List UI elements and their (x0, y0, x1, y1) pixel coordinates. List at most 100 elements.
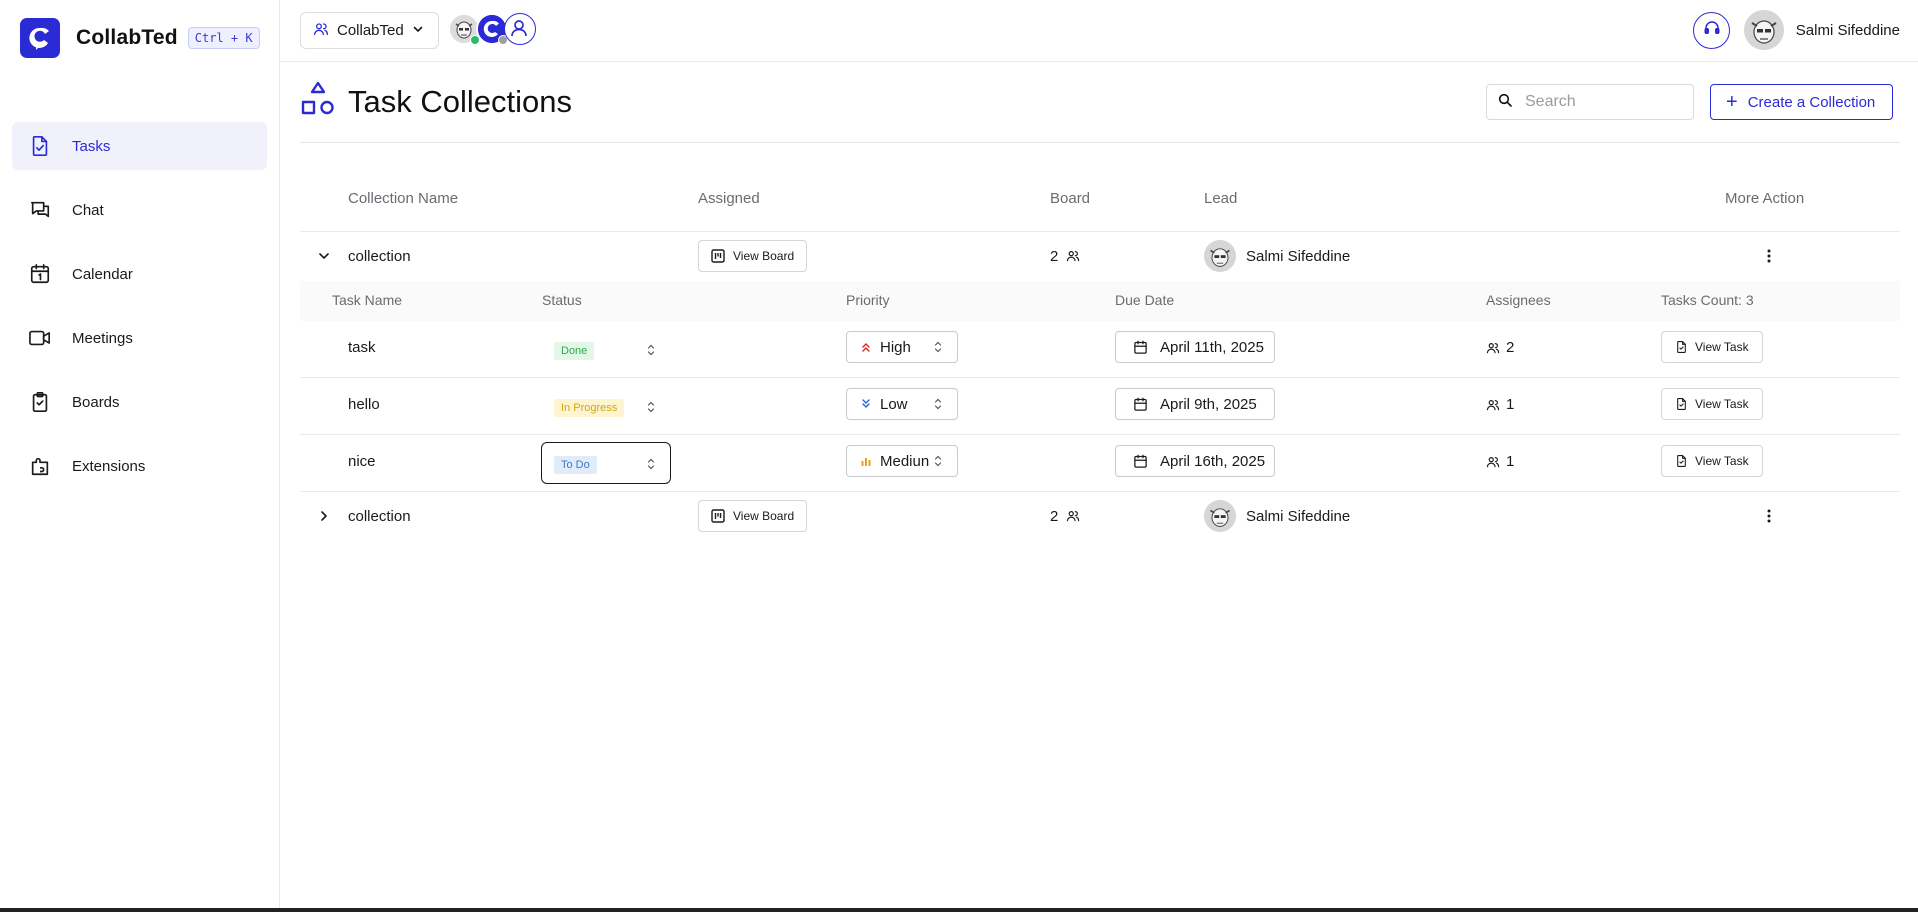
shapes-icon (300, 80, 336, 123)
due-date-picker[interactable]: April 9th, 2025 (1115, 388, 1275, 420)
search-box[interactable] (1486, 84, 1694, 120)
page-title: Task Collections (348, 83, 572, 119)
view-task-button[interactable]: View Task (1661, 331, 1763, 363)
due-date-picker[interactable]: April 11th, 2025 (1115, 331, 1275, 363)
more-vertical-icon[interactable] (1761, 246, 1777, 266)
lead-name: Salmi Sifeddine (1246, 507, 1351, 525)
sidebar-item-tasks[interactable]: Tasks (12, 122, 267, 170)
brand-name: CollabTed (76, 26, 178, 49)
video-icon (28, 326, 52, 350)
view-board-button[interactable]: View Board (698, 240, 808, 272)
priority-select[interactable]: Low (846, 388, 958, 420)
calendar-icon (28, 262, 52, 286)
more-vertical-icon[interactable] (1761, 506, 1777, 526)
view-board-button[interactable]: View Board (698, 500, 808, 532)
column-header-assigned: Assigned (698, 190, 760, 207)
file-check-icon (1675, 340, 1688, 354)
boards-icon (28, 390, 52, 414)
sidebar-item-label: Tasks (72, 137, 111, 155)
workspace-name: CollabTed (337, 22, 404, 39)
calendar-icon (1133, 397, 1148, 412)
priority-low-icon (860, 398, 872, 410)
priority-value: Low (880, 395, 908, 413)
column-header-board: Board (1050, 190, 1091, 207)
column-header-assignees: Assignees (1486, 292, 1551, 308)
priority-select[interactable]: Mediun (846, 445, 958, 477)
sidebar: CollabTed Ctrl + K Tasks Chat Calendar M… (0, 0, 280, 908)
user-name: Salmi Sifeddine (1795, 21, 1900, 39)
task-table-header: Task Name Status Priority Due Date Assig… (300, 281, 1900, 321)
assignees-count: 1 (1506, 396, 1515, 413)
board-count: 2 (1050, 248, 1080, 265)
chevron-up-down-icon (646, 457, 656, 471)
status-select[interactable]: To Do (541, 442, 671, 484)
view-task-label: View Task (1695, 340, 1749, 354)
topbar: CollabTed Salmi Sifeddine (280, 0, 1918, 62)
users-icon (1486, 341, 1500, 355)
lead-name: Salmi Sifeddine (1246, 247, 1351, 265)
support-button[interactable] (1693, 12, 1730, 49)
collection-row[interactable]: collection View Board 2 Salmi Sifeddine (300, 492, 1900, 540)
users-icon (1066, 509, 1080, 523)
status-select[interactable]: In Progress (541, 385, 671, 427)
sidebar-item-calendar[interactable]: Calendar (12, 250, 267, 298)
priority-value: Mediun (880, 452, 930, 470)
priority-value: High (880, 338, 911, 356)
search-input[interactable] (1525, 93, 1685, 111)
view-board-label: View Board (733, 509, 795, 523)
assignees: 2 (1486, 339, 1514, 356)
board-count-value: 2 (1050, 247, 1059, 265)
table-row: task Done High April 11th, 2025 2 View T… (300, 321, 1900, 378)
view-task-button[interactable]: View Task (1661, 388, 1763, 420)
search-icon (1497, 92, 1513, 113)
tasks-icon (28, 134, 52, 158)
sidebar-item-boards[interactable]: Boards (12, 378, 267, 426)
chat-icon (28, 198, 52, 222)
chevron-up-down-icon (933, 397, 943, 411)
column-header-task-name: Task Name (332, 292, 403, 308)
column-header-more-action: More Action (1725, 190, 1805, 207)
status-select[interactable]: Done (541, 328, 671, 370)
avatar (1204, 240, 1236, 272)
workspace-select[interactable]: CollabTed (300, 12, 439, 49)
assignees: 1 (1486, 453, 1514, 470)
users-icon (313, 21, 329, 41)
users-icon (1486, 455, 1500, 469)
calendar-icon (1133, 454, 1148, 469)
shortcut-badge[interactable]: Ctrl + K (187, 27, 260, 49)
window-bottom-edge (0, 908, 1918, 912)
chevron-up-down-icon (646, 400, 656, 414)
tasks-count: Tasks Count: 3 (1661, 292, 1754, 308)
sidebar-item-label: Boards (72, 393, 120, 411)
file-check-icon (1675, 454, 1688, 468)
chevron-right-icon[interactable] (317, 509, 331, 523)
avatar (1743, 10, 1784, 50)
brand[interactable]: CollabTed Ctrl + K (20, 18, 260, 58)
avatar[interactable] (504, 13, 536, 45)
column-header-status: Status (542, 292, 582, 308)
column-header-collection-name: Collection Name (348, 190, 459, 207)
sidebar-item-extensions[interactable]: Extensions (12, 442, 267, 490)
sidebar-item-label: Extensions (72, 457, 146, 475)
assignees-count: 2 (1506, 339, 1515, 356)
collection-row[interactable]: collection View Board 2 Salmi Sifeddine (300, 232, 1900, 280)
sidebar-item-chat[interactable]: Chat (12, 186, 267, 234)
view-task-label: View Task (1695, 454, 1749, 468)
task-name: nice (348, 453, 376, 470)
kanban-icon (711, 249, 725, 263)
chevron-up-down-icon (933, 454, 943, 468)
kanban-icon (711, 509, 725, 523)
column-header-due-date: Due Date (1115, 292, 1175, 308)
user-menu[interactable]: Salmi Sifeddine (1743, 10, 1900, 50)
priority-select[interactable]: High (846, 331, 958, 363)
collabted-logo-icon (20, 18, 60, 58)
chevron-down-icon (412, 22, 424, 39)
view-task-button[interactable]: View Task (1661, 445, 1763, 477)
chevron-down-icon[interactable] (317, 249, 331, 263)
calendar-icon (1133, 340, 1148, 355)
task-name: hello (348, 396, 380, 413)
due-date-picker[interactable]: April 16th, 2025 (1115, 445, 1275, 477)
create-collection-button[interactable]: + Create a Collection (1710, 84, 1894, 120)
column-header-priority: Priority (846, 292, 890, 308)
sidebar-item-meetings[interactable]: Meetings (12, 314, 267, 362)
